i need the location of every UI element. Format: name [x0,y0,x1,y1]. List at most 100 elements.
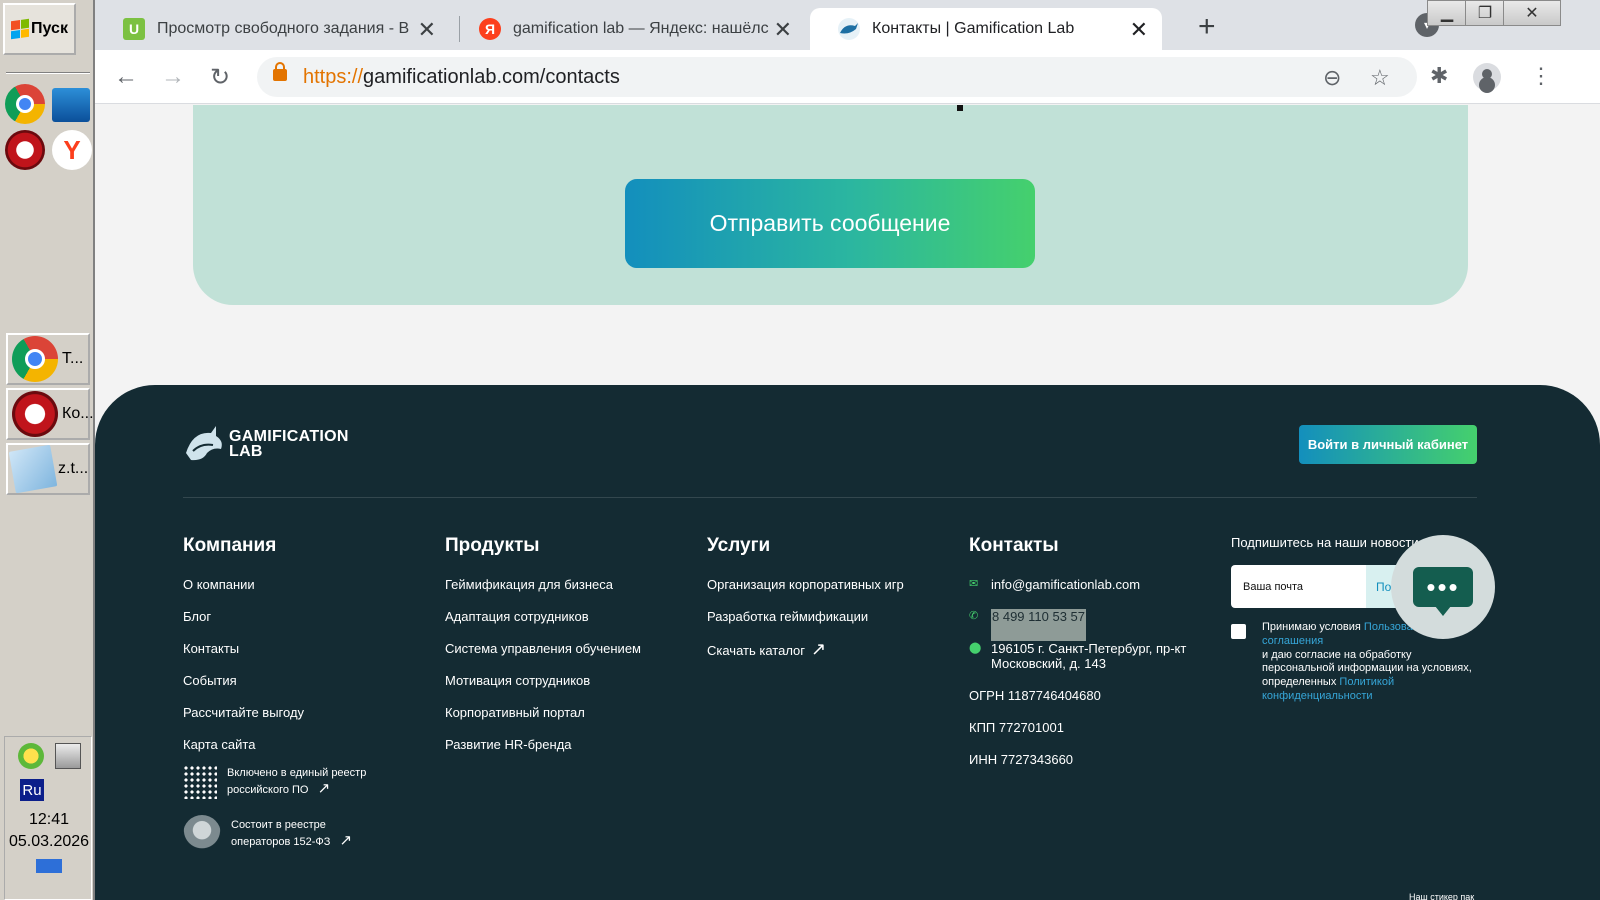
browser-window: U Просмотр свободного задания - В ✕ Я ga… [95,0,1600,900]
registry2-line1: Состоит в реестре [231,819,326,831]
link-corporate-portal[interactable]: Корпоративный портал [445,705,695,737]
close-icon[interactable]: ✕ [418,17,436,43]
consent-checkbox[interactable] [1231,624,1246,639]
registry1-line2: российского ПО [227,784,309,796]
link-about[interactable]: О компании [183,577,413,609]
logo-line2: LAB [229,443,263,460]
gamification-lab-logo[interactable]: GAMIFICATION LAB [183,423,349,465]
mail-icon: ✉ [969,578,979,590]
link-gamification-business[interactable]: Геймификация для бизнеса [445,577,695,609]
footer-col-products: Продукты Геймификация для бизнеса Адапта… [445,535,695,769]
link-hr-brand[interactable]: Развитие HR-бренда [445,737,695,769]
tab-yandex-search[interactable]: Я gamification lab — Яндекс: нашёлс ✕ [451,8,806,50]
phone-icon: ✆ [969,610,979,622]
registry2-line2: операторов 152-ФЗ [231,836,331,848]
footer-col-services: Услуги Организация корпоративных игр Раз… [707,535,957,673]
link-download-catalog[interactable]: Скачать каталог ↗ [707,640,957,673]
link-lms[interactable]: Система управления обучением [445,641,695,673]
url-text[interactable]: https://gamificationlab.com/contacts [303,66,620,89]
email-link[interactable]: ✉ info@gamificationlab.com [969,577,1209,609]
registry-software-link[interactable]: Включено в единый реестр российского ПО … [183,765,366,799]
menu-kebab-icon[interactable]: ⋮ [1530,63,1552,89]
shark-logo-icon [186,426,222,461]
inn: ИНН 7727343660 [969,752,1074,767]
taskbar-task-notepad[interactable]: z.t... [6,443,90,495]
yandex-browser-icon[interactable]: Y [52,130,92,170]
network-icon[interactable] [55,743,81,769]
products-heading: Продукты [445,535,540,556]
tab-title: gamification lab — Яндекс: нашёлс [513,20,769,37]
minimize-icon[interactable]: ▁ [1427,0,1467,26]
subscribe-email-input[interactable] [1231,565,1361,608]
chat-widget-button[interactable]: ••• [1391,535,1495,639]
taskbar-separator [6,72,90,74]
taskbar-task-opera[interactable]: Ко... [6,388,94,440]
taskbar-task-chrome[interactable]: Т... [6,333,90,385]
web-page: Отправить сообщение GAMIFICATION LAB Вой… [95,105,1600,900]
close-window-icon[interactable]: ✕ [1503,0,1561,26]
desktop-icon[interactable] [36,859,62,873]
address-bar[interactable]: https://gamificationlab.com/contacts ⊖ ☆ [257,57,1417,97]
chat-dots-icon: ••• [1413,567,1473,616]
yandex-favicon-icon: Я [479,18,501,40]
link-events[interactable]: События [183,673,413,705]
kpp: КПП 772701001 [969,720,1064,735]
chrome-icon [12,336,58,382]
tab-task-view[interactable]: U Просмотр свободного задания - В ✕ [95,8,450,50]
sticker-pack-link[interactable]: Наш стикер пак [1409,892,1474,900]
task-label: Ко... [62,405,94,422]
registry-operators-link[interactable]: Состоит в реестре операторов 152-ФЗ ↗ [183,815,352,853]
zoom-icon[interactable]: ⊖ [1323,65,1341,91]
link-calculate[interactable]: Рассчитайте выгоду [183,705,413,737]
tab-strip: U Просмотр свободного задания - В ✕ Я ga… [95,0,1600,50]
system-tray: Ru 12:41 05.03.2026 [4,736,92,900]
lock-icon [273,62,287,81]
link-corporate-games[interactable]: Организация корпоративных игр [707,577,957,609]
forward-icon[interactable]: → [158,62,188,92]
arrow-up-right-icon: ↗ [339,832,353,849]
contact-form-card: Отправить сообщение [193,105,1468,305]
shark-favicon-icon [838,18,860,40]
close-icon[interactable]: ✕ [774,17,792,43]
contacts-heading: Контакты [969,535,1059,556]
link-blog[interactable]: Блог [183,609,413,641]
company-heading: Компания [183,535,277,556]
reload-icon[interactable]: ↻ [205,62,235,92]
link-motivation[interactable]: Мотивация сотрудников [445,673,695,705]
windows-taskbar: Пуск Y Т... Ко... z.t... Ru 12:41 05.03.… [0,0,95,900]
clock-date: 05.03.2026 [8,833,90,850]
coat-of-arms-icon [183,815,221,853]
language-indicator[interactable]: Ru [20,779,44,801]
link-gamification-dev[interactable]: Разработка геймификации [707,609,957,641]
ogrn: ОГРН 1187746404680 [969,688,1101,703]
footer-col-company: Компания О компании Блог Контакты Событи… [183,535,413,769]
send-message-button[interactable]: Отправить сообщение [625,179,1035,268]
bookmark-star-icon[interactable]: ☆ [1370,65,1390,91]
arrow-up-right-icon: ↗ [317,780,331,797]
update-icon[interactable] [18,743,44,769]
personal-account-button[interactable]: Войти в личный кабинет [1299,425,1477,464]
tab-contacts[interactable]: Контакты | Gamification Lab ✕ [810,8,1162,50]
restore-icon[interactable]: ❐ [1465,0,1505,26]
task-label: Т... [62,350,84,367]
link-contacts[interactable]: Контакты [183,641,413,673]
services-heading: Услуги [707,535,771,556]
opera-icon[interactable] [5,130,45,170]
logo-line1: GAMIFICATION [229,428,349,445]
picture-viewer-icon[interactable] [52,88,90,122]
link-onboarding[interactable]: Адаптация сотрудников [445,609,695,641]
start-label: Пуск [31,20,68,37]
back-icon[interactable]: ← [111,62,141,92]
new-tab-icon[interactable]: + [1198,10,1216,44]
close-icon[interactable]: ✕ [1130,17,1148,43]
footer-col-contacts: Контакты ✉ info@gamificationlab.com ✆ 8 … [969,535,1209,784]
phone-link[interactable]: ✆ 8 499 110 53 57 [969,609,1209,641]
extensions-icon[interactable]: ✱ [1430,63,1448,89]
start-button[interactable]: Пуск [3,3,76,55]
address: ⬤ 196105 г. Санкт-Петербург, пр-кт Москов… [969,641,1209,688]
opera-icon [12,391,58,437]
footer-divider [183,497,1477,498]
browser-toolbar: ← → ↻ https://gamificationlab.com/contac… [95,50,1600,104]
chrome-icon[interactable] [5,84,45,124]
profile-avatar-icon[interactable] [1473,63,1501,91]
